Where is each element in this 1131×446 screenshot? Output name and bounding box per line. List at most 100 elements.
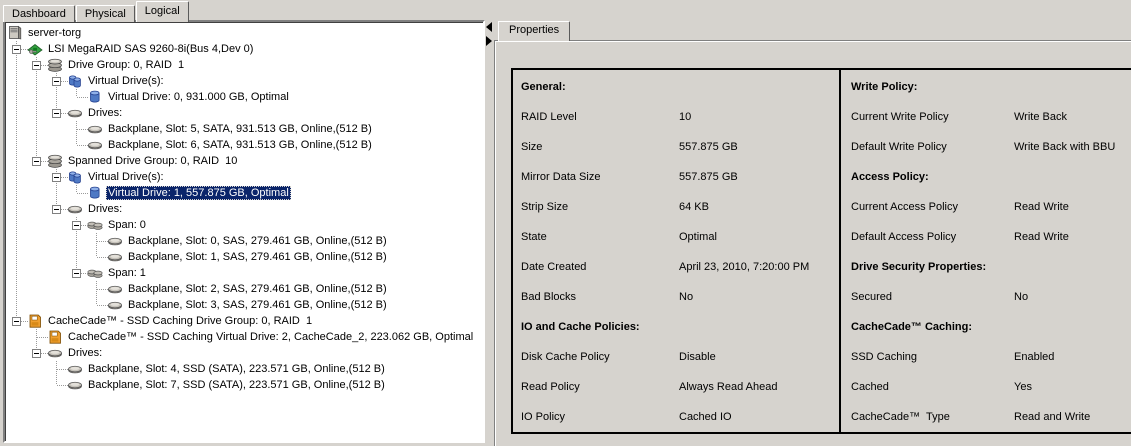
- collapse-expander-icon[interactable]: [32, 349, 41, 358]
- property-row: CachedYes: [851, 372, 1131, 402]
- tree-item-label[interactable]: Backplane, Slot: 0, SAS, 279.461 GB, Onl…: [126, 234, 389, 248]
- collapse-left-arrow-icon[interactable]: [486, 22, 492, 32]
- tree-item[interactable]: Virtual Drive(s):: [7, 169, 483, 185]
- tree-guide: [7, 265, 27, 281]
- tree-connector: [47, 105, 67, 121]
- tree-item[interactable]: Backplane, Slot: 2, SAS, 279.461 GB, Onl…: [7, 281, 483, 297]
- tree-item[interactable]: CacheCade™ - SSD Caching Drive Group: 0,…: [7, 313, 483, 329]
- tree-item-label[interactable]: Virtual Drive: 0, 931.000 GB, Optimal: [106, 90, 291, 104]
- tree-connector: [47, 377, 67, 393]
- drive-icon: [87, 121, 103, 137]
- tree-item-label[interactable]: Backplane, Slot: 1, SAS, 279.461 GB, Onl…: [126, 250, 389, 264]
- tree-guide: [27, 281, 47, 297]
- collapse-expander-icon[interactable]: [52, 77, 61, 86]
- tree-item-label[interactable]: Backplane, Slot: 3, SAS, 279.461 GB, Onl…: [126, 298, 389, 312]
- cachecade-icon: [27, 313, 43, 329]
- virtual-drives-icon: [67, 169, 83, 185]
- tree-item-label[interactable]: CacheCade™ - SSD Caching Virtual Drive: …: [66, 330, 475, 344]
- collapse-expander-icon[interactable]: [52, 173, 61, 182]
- collapse-expander-icon[interactable]: [72, 221, 81, 230]
- property-value: 557.875 GB: [679, 171, 738, 183]
- property-value: Optimal: [679, 231, 717, 243]
- tree-item-label[interactable]: Drives:: [66, 346, 104, 360]
- tree-item-label[interactable]: Backplane, Slot: 4, SSD (SATA), 223.571 …: [86, 362, 387, 376]
- property-value: Disable: [679, 351, 716, 363]
- tree-item[interactable]: Virtual Drive: 1, 557.875 GB, Optimal: [7, 185, 483, 201]
- collapse-right-arrow-icon[interactable]: [486, 36, 492, 46]
- tree-item-label[interactable]: Drives:: [86, 202, 124, 216]
- tree-guide: [27, 217, 47, 233]
- property-row: Mirror Data Size557.875 GB: [521, 162, 839, 192]
- tree-item-label[interactable]: Backplane, Slot: 5, SATA, 931.513 GB, On…: [106, 122, 374, 136]
- tab-physical[interactable]: Physical: [76, 5, 135, 22]
- tree-connector: [87, 233, 107, 249]
- tree-item-label[interactable]: Backplane, Slot: 6, SATA, 931.513 GB, On…: [106, 138, 374, 152]
- tree-item[interactable]: Drives:: [7, 105, 483, 121]
- tree-item-label[interactable]: Span: 1: [106, 266, 148, 280]
- tree-item[interactable]: server-torg: [7, 25, 483, 41]
- tree-item-label[interactable]: server-torg: [26, 26, 83, 40]
- collapse-expander-icon[interactable]: [12, 45, 21, 54]
- tree-item[interactable]: Drive Group: 0, RAID 1: [7, 57, 483, 73]
- tree-guide: [7, 89, 27, 105]
- collapse-expander-icon[interactable]: [32, 61, 41, 70]
- drive-icon: [107, 249, 123, 265]
- tree-connector: [47, 73, 67, 89]
- collapse-expander-icon[interactable]: [52, 109, 61, 118]
- tree-item-label[interactable]: Drives:: [86, 106, 124, 120]
- tree-item-label[interactable]: LSI MegaRAID SAS 9260-8i(Bus 4,Dev 0): [46, 42, 255, 56]
- tree-item[interactable]: Backplane, Slot: 5, SATA, 931.513 GB, On…: [7, 121, 483, 137]
- virtual-drive-icon: [87, 89, 103, 105]
- tree-guide: [67, 297, 87, 313]
- tree-item-label[interactable]: Drive Group: 0, RAID 1: [66, 58, 186, 72]
- tree-item-label[interactable]: Backplane, Slot: 2, SAS, 279.461 GB, Onl…: [126, 282, 389, 296]
- tree-item-label[interactable]: Virtual Drive: 1, 557.875 GB, Optimal: [106, 186, 291, 200]
- collapse-expander-icon[interactable]: [52, 205, 61, 214]
- tree-item[interactable]: Span: 1: [7, 265, 483, 281]
- tree-guide: [7, 249, 27, 265]
- virtual-drive-icon: [87, 185, 103, 201]
- tree-item[interactable]: LSI MegaRAID SAS 9260-8i(Bus 4,Dev 0): [7, 41, 483, 57]
- property-row: SecuredNo: [851, 282, 1131, 312]
- tree-guide: [67, 233, 87, 249]
- tree-guide: [27, 233, 47, 249]
- tree-item-label[interactable]: Span: 0: [106, 218, 148, 232]
- tab-logical[interactable]: Logical: [136, 1, 189, 22]
- tree-guide: [7, 105, 27, 121]
- collapse-expander-icon[interactable]: [32, 157, 41, 166]
- collapse-expander-icon[interactable]: [12, 317, 21, 326]
- tree-guide: [27, 185, 47, 201]
- tab-dashboard[interactable]: Dashboard: [3, 5, 75, 22]
- tree-item-label[interactable]: Backplane, Slot: 7, SSD (SATA), 223.571 …: [86, 378, 387, 392]
- tree-item[interactable]: Virtual Drive(s):: [7, 73, 483, 89]
- tree-item-label[interactable]: Spanned Drive Group: 0, RAID 10: [66, 154, 239, 168]
- section-header-label: General:: [521, 81, 566, 93]
- tree-item[interactable]: Drives:: [7, 201, 483, 217]
- tree-item[interactable]: Span: 0: [7, 217, 483, 233]
- tree-item[interactable]: Backplane, Slot: 7, SSD (SATA), 223.571 …: [7, 377, 483, 393]
- tree-item[interactable]: Backplane, Slot: 1, SAS, 279.461 GB, Onl…: [7, 249, 483, 265]
- tree-item[interactable]: Backplane, Slot: 3, SAS, 279.461 GB, Onl…: [7, 297, 483, 313]
- collapse-expander-icon[interactable]: [72, 269, 81, 278]
- tree-item[interactable]: CacheCade™ - SSD Caching Virtual Drive: …: [7, 329, 483, 345]
- tree-item[interactable]: Spanned Drive Group: 0, RAID 10: [7, 153, 483, 169]
- tree-connector: [7, 41, 27, 57]
- property-row: StateOptimal: [521, 222, 839, 252]
- tree-item[interactable]: Virtual Drive: 0, 931.000 GB, Optimal: [7, 89, 483, 105]
- tree-item-label[interactable]: CacheCade™ - SSD Caching Drive Group: 0,…: [46, 314, 314, 328]
- property-row: Date CreatedApril 23, 2010, 7:20:00 PM: [521, 252, 839, 282]
- tab-properties[interactable]: Properties: [498, 21, 570, 41]
- splitter[interactable]: [486, 20, 494, 446]
- tree-guide: [47, 281, 67, 297]
- tree-item-label[interactable]: Virtual Drive(s):: [86, 74, 166, 88]
- tree-item[interactable]: Backplane, Slot: 4, SSD (SATA), 223.571 …: [7, 361, 483, 377]
- server-icon: [7, 25, 23, 41]
- tree-item[interactable]: Drives:: [7, 345, 483, 361]
- tree-item[interactable]: Backplane, Slot: 6, SATA, 931.513 GB, On…: [7, 137, 483, 153]
- property-value: No: [679, 291, 693, 303]
- tree-item-label[interactable]: Virtual Drive(s):: [86, 170, 166, 184]
- tree-guide: [7, 185, 27, 201]
- section-header-label: Drive Security Properties:: [851, 261, 986, 273]
- controller-icon: [27, 41, 43, 57]
- tree-item[interactable]: Backplane, Slot: 0, SAS, 279.461 GB, Onl…: [7, 233, 483, 249]
